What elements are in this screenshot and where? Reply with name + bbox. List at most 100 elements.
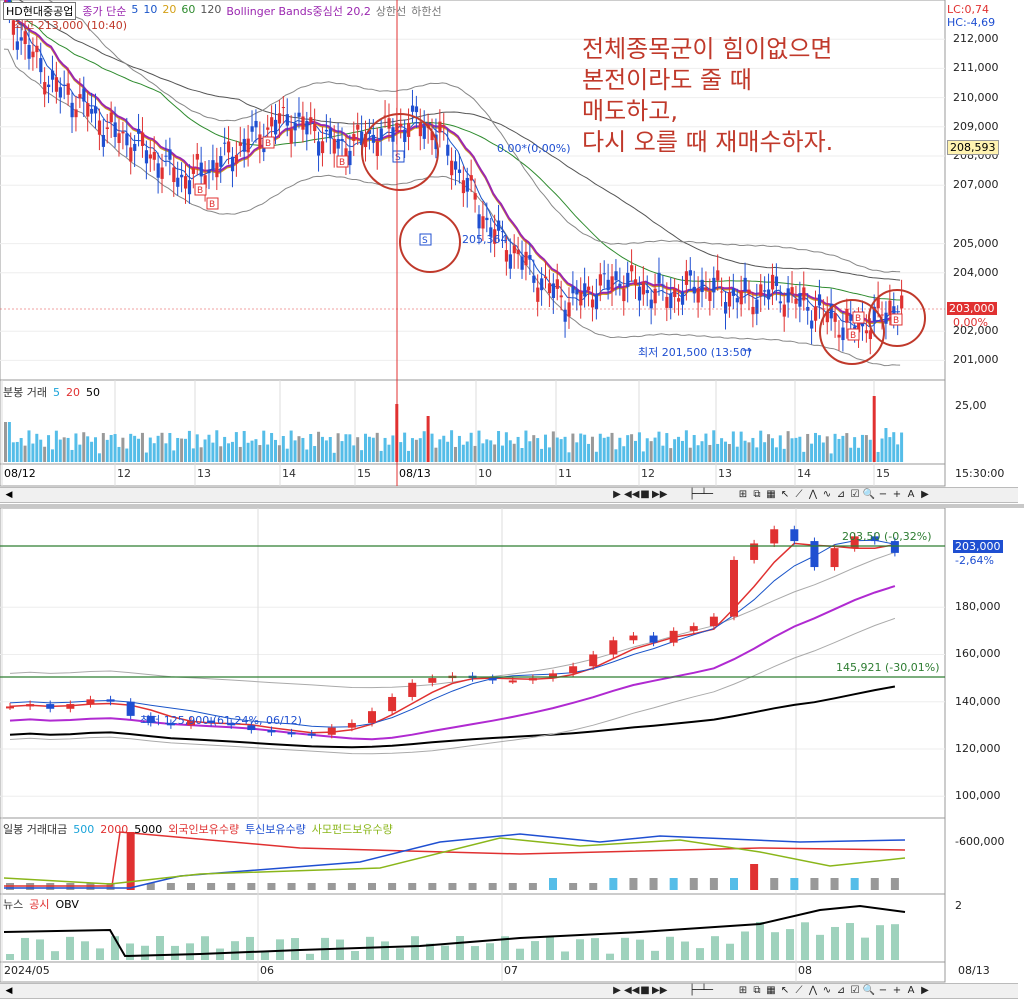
layout-icon[interactable]: ⊞ <box>736 488 750 502</box>
legend-item[interactable]: Bollinger Bands중심선 20,2 <box>226 3 371 19</box>
copy-icon[interactable]: ⧉ <box>750 488 764 502</box>
zoom-out-icon[interactable]: − <box>876 984 890 998</box>
pef-holding-label: 사모펀드보유수량 <box>311 823 393 836</box>
candle-body <box>888 300 892 316</box>
save-icon[interactable]: ☑ <box>848 984 862 998</box>
line-draw-icon[interactable]: ↖ <box>778 488 792 502</box>
candle-body <box>567 302 571 317</box>
legend-item[interactable]: 60 <box>181 3 195 19</box>
candle-body <box>125 133 129 146</box>
zoom-out-icon[interactable]: − <box>876 488 890 502</box>
low-arrow-icon: → <box>742 343 753 357</box>
legend-item[interactable]: 10 <box>143 3 157 19</box>
zoom-in-icon[interactable]: + <box>890 488 904 502</box>
x-tick-label: 10 <box>478 467 492 480</box>
volume-legend: 분봉 거래 5 20 50 <box>3 384 100 400</box>
rewind-icon[interactable]: ◀◀ <box>624 984 639 998</box>
font-icon[interactable]: A <box>904 488 918 502</box>
grid-icon[interactable]: ▦ <box>764 984 778 998</box>
candle-body <box>677 298 681 302</box>
play-icon[interactable]: ▶ <box>610 984 624 998</box>
font-icon[interactable]: A <box>904 984 918 998</box>
scroll-right-icon[interactable]: ▶ <box>918 488 932 502</box>
candle-body <box>144 150 149 164</box>
zoom-icon[interactable]: 🔍 <box>862 488 876 502</box>
daily-price-chart[interactable] <box>0 508 1024 1004</box>
daily-scroll-left-icon[interactable]: ◀ <box>2 984 16 998</box>
volume-bar <box>368 883 376 890</box>
volume-bar <box>152 443 156 462</box>
y-tick-label: 212,000 <box>953 32 999 46</box>
candle-body <box>408 682 417 697</box>
legend-item[interactable]: 하한선 <box>411 3 441 19</box>
trend-icon[interactable]: ⟋ <box>792 488 806 502</box>
bottom-scrollbar[interactable]: ◀ ▶ ◀◀ ■ ▶▶ ├─┴─ ⊞ ⧉ ▦ ↖ ⟋ ⋀ ∿ ⊿ ☑ 🔍 − +… <box>0 983 1018 999</box>
volume-bar <box>759 430 763 462</box>
zigzag-icon[interactable]: ⋀ <box>806 984 820 998</box>
volume-bar <box>7 422 11 462</box>
candle-body <box>215 162 219 178</box>
candle-body <box>94 106 98 114</box>
rewind-icon[interactable]: ◀◀ <box>624 488 639 502</box>
scroll-left-icon[interactable]: ◀ <box>2 488 16 502</box>
candle-body <box>497 220 501 231</box>
zoom-in-icon[interactable]: + <box>890 984 904 998</box>
legend-item[interactable]: 120 <box>200 3 221 19</box>
candle-body <box>336 138 340 149</box>
slider-icon[interactable]: ├─┴─ <box>666 984 736 998</box>
candle-body <box>488 678 497 681</box>
play-icon[interactable]: ▶ <box>610 488 624 502</box>
candle-body <box>735 298 739 303</box>
wave-icon[interactable]: ∿ <box>820 984 834 998</box>
legend-item[interactable]: 상한선 <box>376 3 406 19</box>
candle-body <box>109 112 113 123</box>
layout-icon[interactable]: ⊞ <box>736 984 750 998</box>
candle-body <box>587 286 591 291</box>
stop-icon[interactable]: ■ <box>638 984 652 998</box>
volume-bar <box>626 435 630 462</box>
volume-bar <box>594 451 598 462</box>
candle-body <box>70 102 74 118</box>
volume-bar <box>696 445 700 462</box>
copy-icon[interactable]: ⧉ <box>750 984 764 998</box>
save-icon[interactable]: ☑ <box>848 488 862 502</box>
legend-item[interactable]: 5 <box>131 3 138 19</box>
wave-icon[interactable]: ∿ <box>820 488 834 502</box>
scroll-right-icon[interactable]: ▶ <box>918 984 932 998</box>
trend-icon[interactable]: ⟋ <box>792 984 806 998</box>
x-tick-label: 15 <box>357 467 371 480</box>
volume-ma-20: 20 <box>65 385 80 399</box>
stop-icon[interactable]: ■ <box>638 488 652 502</box>
ruler-icon[interactable]: ⊿ <box>834 984 848 998</box>
volume-bar <box>23 445 27 462</box>
volume-bar <box>716 443 720 462</box>
legend-item[interactable]: 20 <box>162 3 176 19</box>
zoom-icon[interactable]: 🔍 <box>862 984 876 998</box>
volume-bar <box>313 445 317 462</box>
grid-icon[interactable]: ▦ <box>764 488 778 502</box>
volume-bar <box>348 434 352 462</box>
volume-bar <box>540 448 544 462</box>
news-bar <box>696 948 704 960</box>
news-bar <box>336 939 344 960</box>
volume-bar <box>532 435 536 462</box>
slider-icon[interactable]: ├─┴─ <box>666 488 736 502</box>
ruler-icon[interactable]: ⊿ <box>834 488 848 502</box>
forward-icon[interactable]: ▶▶ <box>652 488 667 502</box>
news-bar <box>636 939 644 960</box>
news-bar <box>186 943 194 960</box>
minute-price-chart[interactable]: BBBB SSBBB <box>0 0 1024 506</box>
forward-icon[interactable]: ▶▶ <box>652 984 667 998</box>
top-scrollbar[interactable]: ◀ ▶ ◀◀ ■ ▶▶ ├─┴─ ⊞ ⧉ ▦ ↖ ⟋ ⋀ ∿ ⊿ ☑ 🔍 − +… <box>0 487 1018 503</box>
volume-bar <box>47 435 51 462</box>
candle-body <box>180 174 184 178</box>
candle-body <box>281 107 286 109</box>
candle-body <box>520 256 524 270</box>
candle-body <box>689 626 698 631</box>
y-tick-label: 207,000 <box>953 178 999 192</box>
candle-body <box>731 288 736 296</box>
buy-marker-label: B <box>850 331 856 341</box>
volume-bar <box>50 449 54 462</box>
line-draw-icon[interactable]: ↖ <box>778 984 792 998</box>
zigzag-icon[interactable]: ⋀ <box>806 488 820 502</box>
